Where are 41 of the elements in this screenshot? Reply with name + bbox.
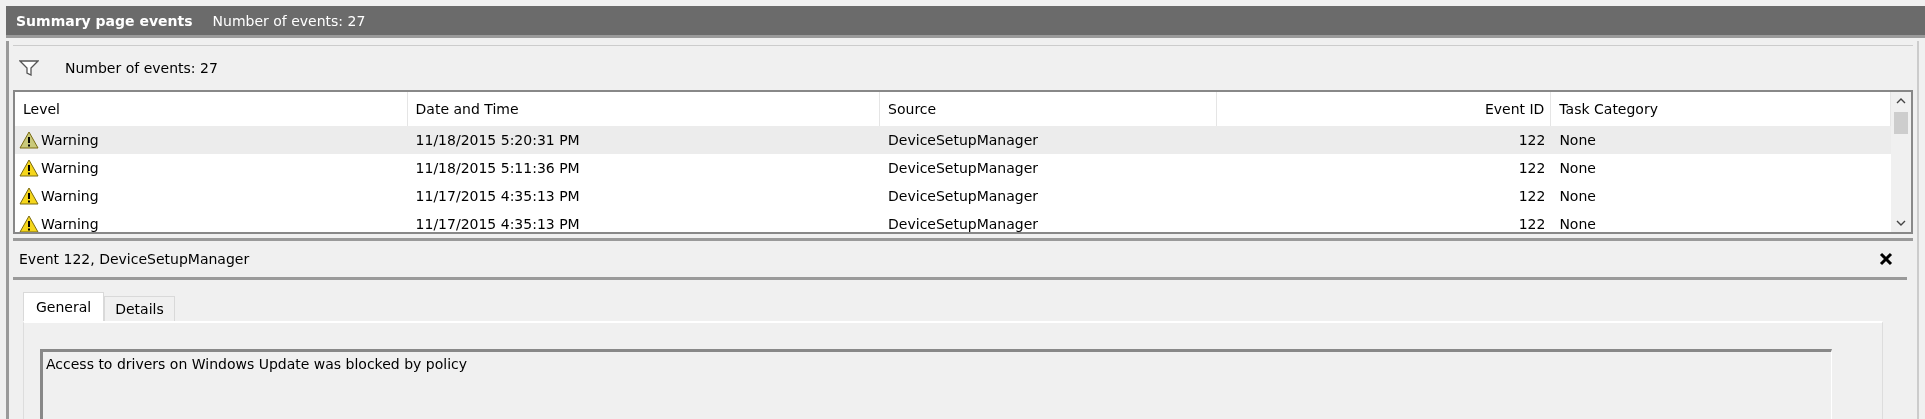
event-message: Access to drivers on Windows Update was blocked by policy: [46, 356, 467, 372]
table-cell: DeviceSetupManager: [888, 216, 1039, 232]
scroll-down-icon[interactable]: [1895, 218, 1907, 228]
header-title: Summary page events: [16, 12, 193, 29]
scroll-up-icon[interactable]: [1895, 96, 1907, 106]
warning-icon: [19, 187, 39, 205]
close-icon[interactable]: [1879, 252, 1893, 266]
scrollbar[interactable]: [1891, 92, 1911, 232]
warning-icon: [19, 131, 39, 149]
table-cell: None: [1559, 160, 1596, 176]
event-row[interactable]: Warning 11/17/2015 4:35:13 PM DeviceSetupManager 122 None: [15, 210, 1891, 232]
table-cell: None: [1559, 188, 1596, 204]
table-cell: 122: [1518, 188, 1546, 204]
header-subtitle: Number of events: 27: [212, 12, 366, 29]
event-row[interactable]: Warning 11/18/2015 5:20:31 PM DeviceSetupManager 122 None: [15, 126, 1891, 154]
table-cell: DeviceSetupManager: [888, 188, 1039, 204]
table-cell: DeviceSetupManager: [888, 160, 1039, 176]
table-cell: 122: [1518, 160, 1546, 176]
warning-icon: [19, 215, 39, 232]
table-cell: 11/17/2015 4:35:13 PM: [415, 216, 580, 232]
table-cell: None: [1559, 132, 1596, 148]
event-row[interactable]: Warning 11/17/2015 4:35:13 PM DeviceSetupManager 122 None: [15, 182, 1891, 210]
table-cell: Warning: [41, 132, 99, 148]
event-title: Event 122, DeviceSetupManager: [19, 251, 250, 267]
filter-icon[interactable]: [19, 60, 39, 76]
table-cell: Warning: [41, 160, 99, 176]
table-cell: 122: [1518, 216, 1546, 232]
event-row[interactable]: Warning 11/18/2015 5:11:36 PM DeviceSetupManager 122 None: [15, 154, 1891, 182]
warning-icon: [19, 159, 39, 177]
table-cell: 122: [1518, 132, 1546, 148]
tab[interactable]: General: [23, 292, 105, 321]
table-cell: Warning: [41, 216, 99, 232]
tab[interactable]: Details: [104, 296, 175, 321]
scroll-thumb[interactable]: [1894, 112, 1908, 134]
table-cell: None: [1559, 216, 1596, 232]
event-count: Number of events: 27: [65, 60, 218, 76]
table-cell: 11/18/2015 5:11:36 PM: [415, 160, 580, 176]
table-cell: DeviceSetupManager: [888, 132, 1039, 148]
table-cell: 11/17/2015 4:35:13 PM: [415, 188, 580, 204]
table-cell: 11/18/2015 5:20:31 PM: [415, 132, 580, 148]
table-cell: Warning: [41, 188, 99, 204]
